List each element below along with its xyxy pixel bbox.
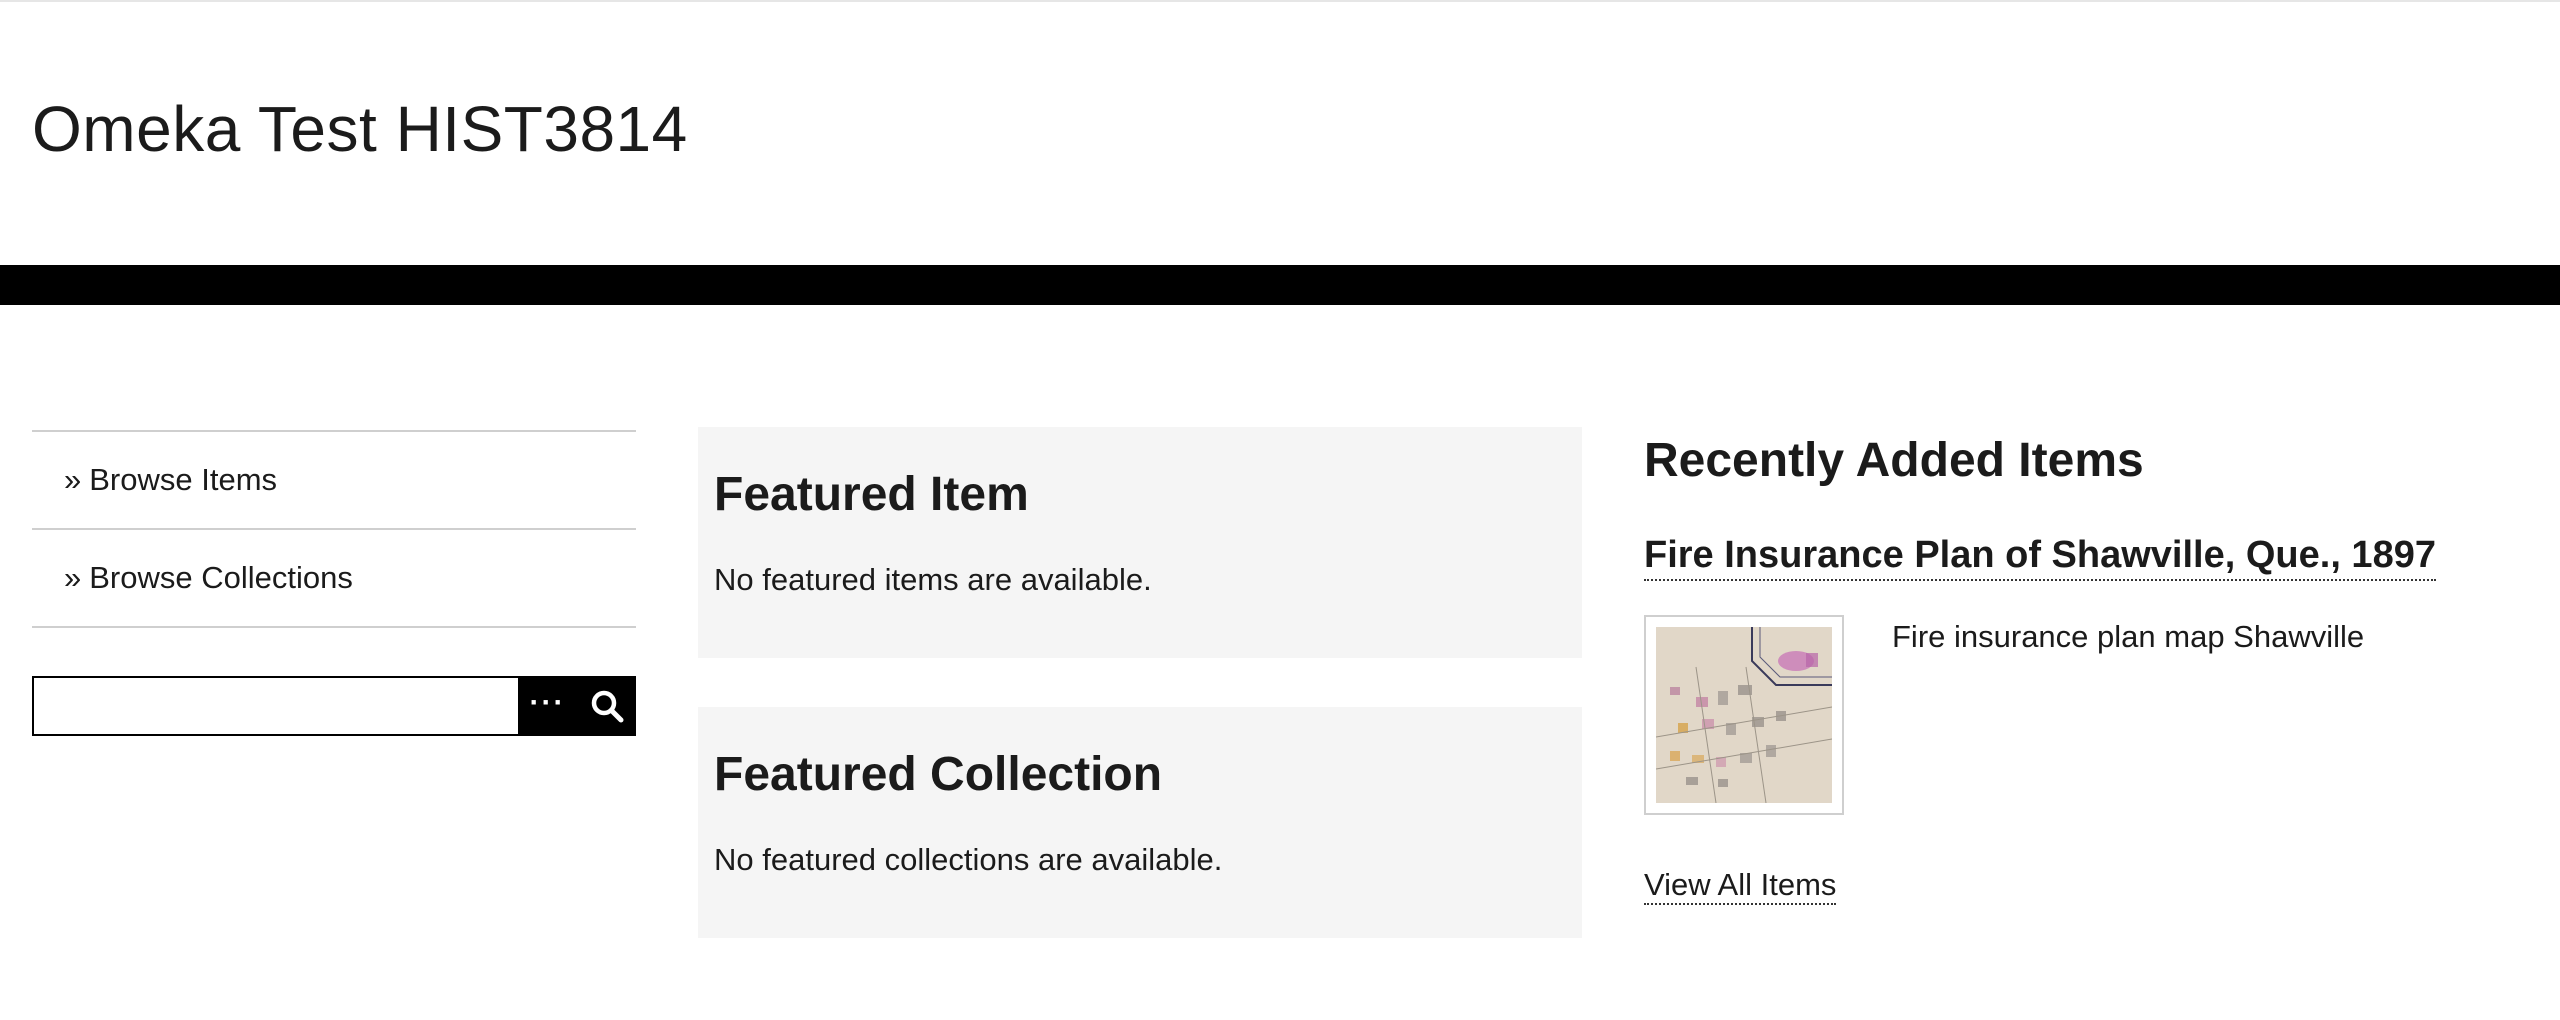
ellipsis-icon: ··· [529, 686, 566, 719]
featured-collection-section: Featured Collection No featured collecti… [698, 707, 1582, 938]
nav-item-browse-collections[interactable]: » Browse Collections [32, 530, 636, 628]
site-title-link[interactable]: Omeka Test HIST3814 [32, 92, 688, 166]
search-button-group: ··· [518, 676, 636, 736]
item-thumbnail[interactable] [1644, 615, 1844, 815]
view-all-items-link[interactable]: View All Items [1644, 867, 1837, 905]
search-icon [591, 690, 623, 723]
search-button[interactable] [577, 676, 636, 736]
header-bar [0, 265, 2560, 305]
nav-item-label: Browse Items [89, 462, 278, 497]
primary-nav: » Browse Items » Browse Collections [32, 430, 636, 628]
featured-item-heading: Featured Item [714, 468, 1029, 521]
item-description: Fire insurance plan map Shawville [1892, 619, 2365, 654]
featured-item-section: Featured Item No featured items are avai… [698, 427, 1582, 658]
recent-items-section: Recently Added Items Fire Insurance Plan… [1644, 433, 2524, 905]
recent-item-title-link[interactable]: Fire Insurance Plan of Shawville, Que., … [1644, 534, 2436, 581]
map-thumbnail-image [1656, 627, 1832, 803]
sidebar: » Browse Items » Browse Collections ··· [32, 430, 636, 736]
recent-item: Fire insurance plan map Shawville [1644, 615, 2524, 815]
recent-items-heading: Recently Added Items [1644, 434, 2144, 487]
featured-collection-message: No featured collections are available. [714, 842, 1223, 877]
search-input[interactable] [32, 676, 518, 736]
raquo-icon: » [64, 560, 82, 595]
search-form: ··· [32, 676, 636, 736]
main-content: » Browse Items » Browse Collections ··· [0, 305, 2560, 1020]
advanced-search-button[interactable]: ··· [518, 676, 577, 736]
nav-item-browse-items[interactable]: » Browse Items [32, 432, 636, 530]
nav-item-label: Browse Collections [89, 560, 353, 595]
featured-item-message: No featured items are available. [714, 562, 1152, 597]
raquo-icon: » [64, 462, 82, 497]
site-header: Omeka Test HIST3814 [0, 2, 2560, 265]
featured-collection-heading: Featured Collection [714, 748, 1163, 801]
